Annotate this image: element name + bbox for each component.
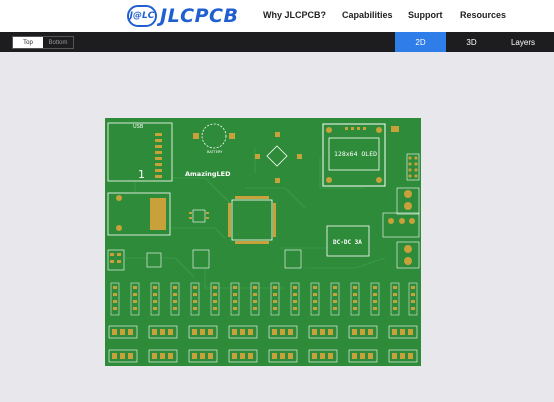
dcdc-module: DC-DC 3A xyxy=(326,225,370,257)
oled-display-footprint: 128x64 OLED xyxy=(322,123,386,187)
pcb-board-render[interactable]: USB 1 BATTERY 128x64 OLED AmazingLED DC-… xyxy=(105,118,421,366)
svg-text:1: 1 xyxy=(138,168,145,181)
sd-card-slot xyxy=(107,192,171,236)
nav-capabilities[interactable]: Capabilities xyxy=(342,10,393,20)
project-name-silkscreen: AmazingLED xyxy=(185,170,231,178)
oled-label: 128x64 OLED xyxy=(334,150,377,158)
usb-label: USB xyxy=(133,124,144,130)
layer-side-toggle: Top Bottom xyxy=(12,36,74,49)
nav-support[interactable]: Support xyxy=(408,10,443,20)
nav-resources[interactable]: Resources xyxy=(460,10,506,20)
logo-badge: J@LC xyxy=(127,5,157,27)
logo-wordmark: JLCPCB xyxy=(160,5,239,27)
tab-layers[interactable]: Layers xyxy=(497,32,549,52)
nav-why-jlcpcb[interactable]: Why JLCPCB? xyxy=(263,10,326,20)
usb-connector-block: USB 1 xyxy=(107,122,173,182)
bottom-side-button[interactable]: Bottom xyxy=(43,37,73,48)
battery-label: BATTERY xyxy=(207,150,223,154)
jlcpcb-logo[interactable]: J@LC JLCPCB xyxy=(127,3,238,29)
microcontroller-chip xyxy=(228,196,276,244)
top-navigation-bar: J@LC JLCPCB Why JLCPCB? Capabilities Sup… xyxy=(0,0,554,32)
top-side-button[interactable]: Top xyxy=(13,37,43,48)
tab-3d[interactable]: 3D xyxy=(446,32,497,52)
dcdc-label: DC-DC 3A xyxy=(333,239,362,246)
tab-2d[interactable]: 2D xyxy=(395,32,446,52)
